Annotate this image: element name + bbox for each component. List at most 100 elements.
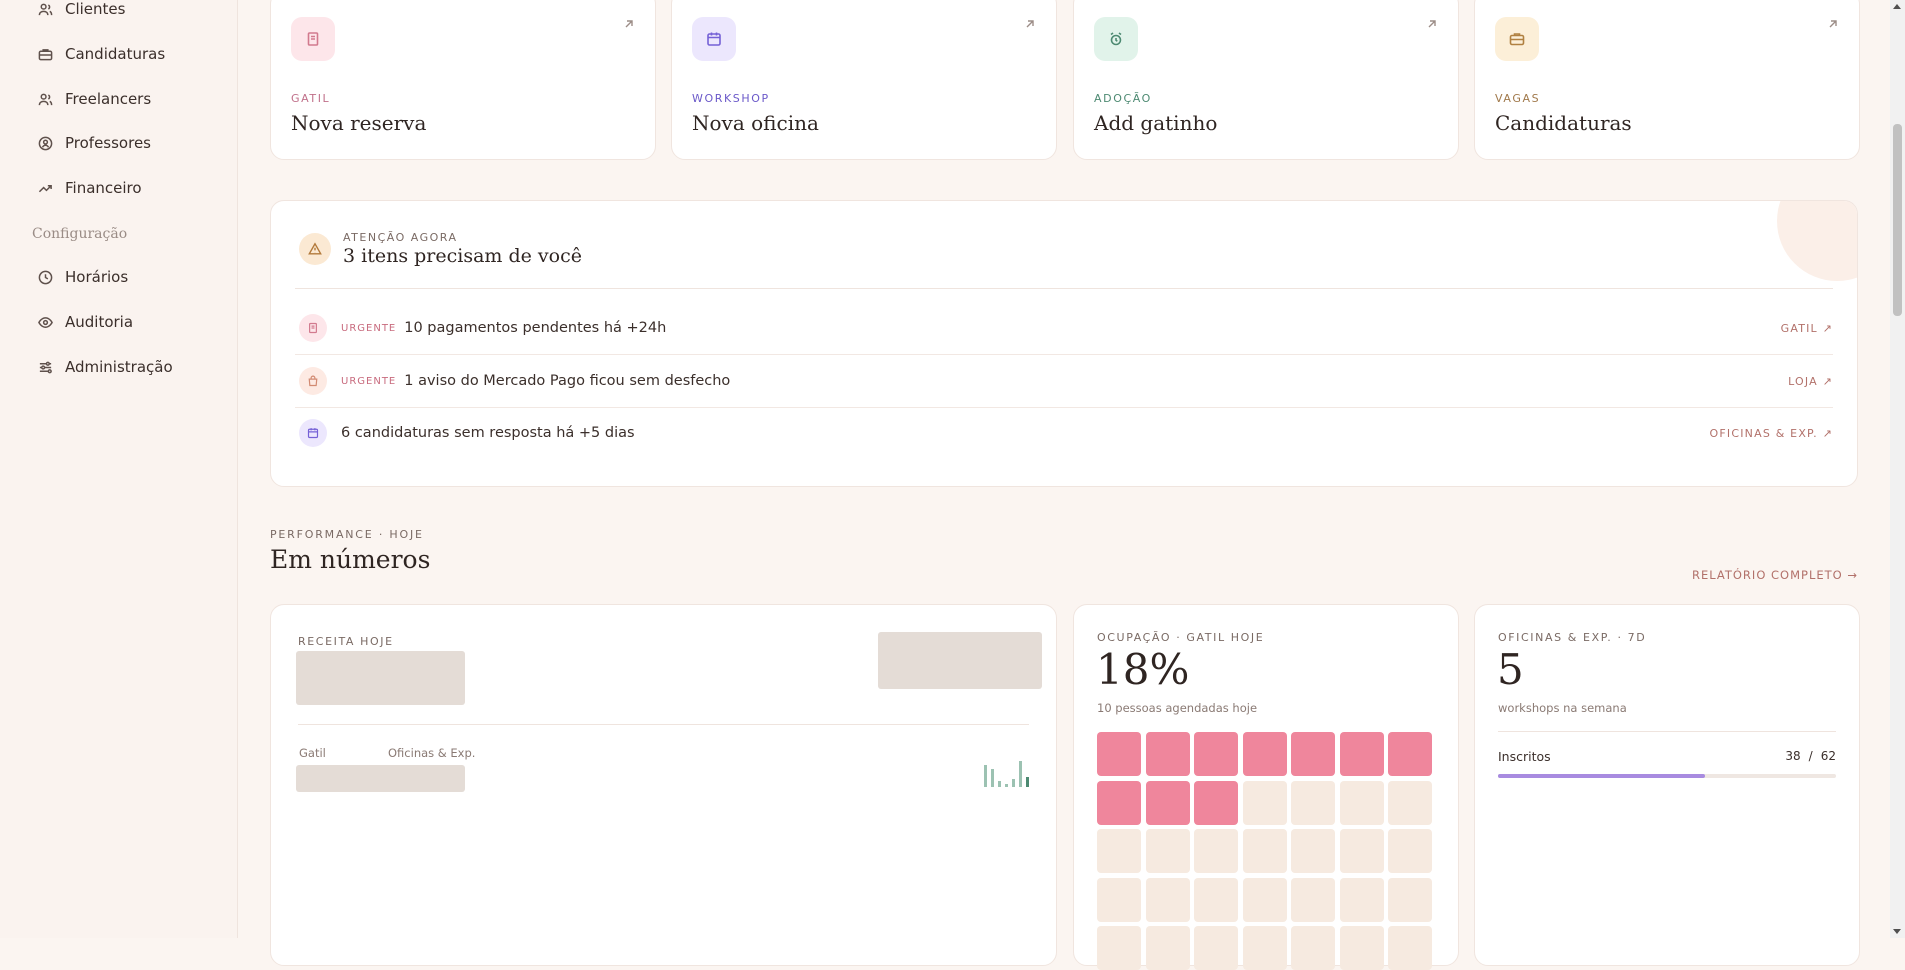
shortcut-icon-wrap — [692, 17, 736, 61]
row-icon-wrap — [299, 314, 327, 342]
mini-sparkbars — [984, 761, 1029, 787]
occupancy-cell — [1291, 877, 1335, 922]
attention-row-link[interactable]: GATIL ↗ — [1781, 322, 1833, 335]
enrolled-separator: / — [1808, 749, 1813, 763]
occupancy-cell — [1145, 877, 1190, 922]
receipt-icon — [309, 322, 317, 334]
sliders-icon — [39, 361, 52, 373]
sidebar-item-professores[interactable]: Professores — [38, 131, 151, 155]
occupancy-cell — [1339, 926, 1384, 970]
revenue-card: RECEITA HOJE Gatil Oficinas & Exp. — [270, 604, 1057, 966]
enrolled-progress-track — [1498, 774, 1836, 778]
sidebar-item-label: Clientes — [65, 0, 126, 18]
occupancy-cell — [1291, 926, 1335, 970]
sidebar-item-label: Freelancers — [65, 90, 152, 108]
divider — [1498, 731, 1836, 732]
workshops-card: OFICINAS & EXP. · 7D 5 workshops na sema… — [1474, 604, 1860, 966]
sidebar-item-label: Professores — [65, 134, 151, 152]
shortcut-title: Add gatinho — [1094, 111, 1218, 135]
arrow-up-right-icon — [623, 15, 635, 28]
full-report-link[interactable]: RELATÓRIO COMPLETO → — [1692, 568, 1858, 582]
occupancy-cell — [1388, 926, 1432, 970]
decorative-circle — [1777, 201, 1857, 281]
attention-row-link[interactable]: LOJA ↗ — [1788, 375, 1833, 388]
occupancy-cell — [1194, 877, 1238, 922]
sidebar-section-config: Configuração — [32, 226, 128, 242]
badge-icon — [38, 136, 53, 150]
sidebar-item-clientes[interactable]: Clientes — [38, 0, 125, 21]
occupancy-cell — [1145, 926, 1190, 970]
attention-row[interactable]: 6 candidaturas sem resposta há +5 dias O… — [295, 407, 1833, 459]
occupancy-cell — [1194, 829, 1238, 873]
urgent-badge: URGENTE — [341, 375, 397, 387]
occupancy-cell — [1242, 829, 1287, 873]
sidebar-item-auditoria[interactable]: Auditoria — [38, 310, 133, 334]
attention-row[interactable]: URGENTE 10 pagamentos pendentes há +24h … — [295, 302, 1833, 355]
scrollbar-thumb[interactable] — [1893, 124, 1902, 316]
performance-title: Em números — [270, 545, 431, 574]
warning-icon-wrap — [299, 233, 331, 265]
sidebar-item-horarios[interactable]: Horários — [38, 265, 128, 289]
sidebar-item-candidaturas[interactable]: Candidaturas — [38, 42, 165, 66]
users-icon — [38, 3, 53, 15]
alarm-clock-icon — [1110, 32, 1122, 46]
spark-bar — [991, 769, 994, 787]
urgent-badge: URGENTE — [341, 322, 397, 334]
divider — [295, 288, 1833, 289]
sidebar-item-label: Auditoria — [65, 313, 134, 331]
shortcut-tag: GATIL — [291, 92, 331, 105]
occupancy-cell — [1097, 780, 1141, 825]
attention-row-link[interactable]: OFICINAS & EXP. ↗ — [1710, 427, 1833, 440]
spark-bar — [1026, 777, 1029, 787]
occupancy-card: OCUPAÇÃO · GATIL HOJE 18% 10 pessoas age… — [1073, 604, 1459, 970]
workshops-sub: workshops na semana — [1498, 701, 1627, 715]
occupancy-cell — [1339, 877, 1384, 922]
divider — [298, 724, 1029, 725]
row-icon-wrap — [299, 419, 327, 447]
shortcut-icon-wrap — [1094, 17, 1138, 61]
shortcut-nova-reserva[interactable]: GATIL Nova reserva — [270, 0, 656, 160]
attention-row-text: 10 pagamentos pendentes há +24h — [404, 320, 667, 336]
occupancy-value: 18% — [1096, 645, 1190, 694]
shortcut-nova-oficina[interactable]: WORKSHOP Nova oficina — [671, 0, 1057, 160]
calendar-icon — [707, 32, 721, 46]
shopping-bag-icon — [308, 375, 318, 387]
attention-panel: ATENÇÃO AGORA 3 itens precisam de você U… — [270, 200, 1858, 487]
occupancy-eyebrow: OCUPAÇÃO · GATIL HOJE — [1097, 631, 1265, 644]
revenue-col-gatil: Gatil — [299, 746, 326, 760]
enrolled-progress-fill — [1498, 774, 1706, 778]
eye-icon — [38, 316, 53, 328]
shortcut-candidaturas[interactable]: VAGAS Candidaturas — [1474, 0, 1860, 160]
spark-bar — [1012, 779, 1015, 787]
occupancy-cell — [1242, 877, 1287, 922]
occupancy-cell — [1339, 829, 1384, 873]
shortcut-tag: VAGAS — [1495, 92, 1541, 105]
users-icon — [38, 93, 53, 105]
sidebar-item-financeiro[interactable]: Financeiro — [38, 176, 142, 200]
workshops-eyebrow: OFICINAS & EXP. · 7D — [1498, 631, 1647, 644]
attention-title: 3 itens precisam de você — [343, 245, 582, 267]
occupancy-cell — [1097, 829, 1141, 873]
briefcase-icon — [1509, 33, 1525, 46]
arrow-up-right-icon — [1024, 15, 1036, 28]
attention-row[interactable]: URGENTE 1 aviso do Mercado Pago ficou se… — [295, 355, 1833, 408]
occupancy-cell — [1145, 829, 1190, 873]
scroll-down-arrow-icon[interactable] — [1893, 929, 1901, 934]
occupancy-cell — [1194, 926, 1238, 970]
scroll-up-arrow-icon[interactable] — [1893, 4, 1901, 9]
arrow-up-right-icon — [1426, 15, 1438, 28]
enrolled-counter: 38 / 62 — [1785, 749, 1836, 763]
sidebar-item-administracao[interactable]: Administração — [38, 355, 173, 379]
occupancy-cell — [1097, 926, 1141, 970]
sidebar-item-freelancers[interactable]: Freelancers — [38, 87, 151, 111]
briefcase-icon — [38, 48, 53, 60]
occupancy-cell — [1145, 732, 1190, 776]
spark-bar — [984, 765, 987, 787]
shortcut-add-gatinho[interactable]: ADOÇÃO Add gatinho — [1073, 0, 1459, 160]
skeleton-revenue-value — [296, 651, 465, 705]
sidebar-item-label: Horários — [65, 268, 129, 286]
sidebar-item-label: Administração — [65, 358, 173, 376]
sidebar-item-label: Financeiro — [65, 179, 142, 197]
attention-eyebrow: ATENÇÃO AGORA — [343, 231, 458, 244]
occupancy-cell — [1388, 780, 1432, 825]
